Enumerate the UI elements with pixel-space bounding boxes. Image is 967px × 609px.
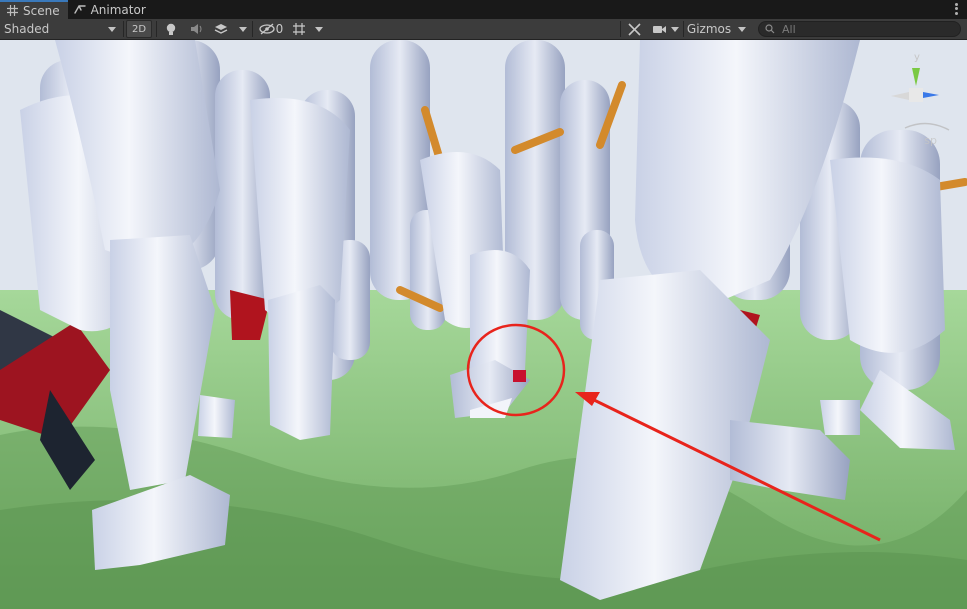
hidden-count: 0 xyxy=(275,22,284,36)
camera-icon xyxy=(652,25,666,33)
tab-bar: Scene Animator xyxy=(0,0,967,19)
camera-button[interactable] xyxy=(649,20,669,38)
chevron-down-icon xyxy=(315,26,323,32)
tools-toggle[interactable] xyxy=(624,20,644,38)
audio-toggle[interactable] xyxy=(185,20,207,38)
projection-label[interactable]: sp xyxy=(924,134,937,147)
scene-render xyxy=(0,40,967,609)
tab-animator-label: Animator xyxy=(90,2,146,17)
search-placeholder: All xyxy=(782,22,796,36)
tab-animator[interactable]: Animator xyxy=(68,0,154,19)
eye-off-icon xyxy=(259,23,275,35)
grid-snapping-toggle[interactable] xyxy=(289,20,309,38)
grid-dropdown[interactable] xyxy=(312,20,326,38)
panel-menu-icon[interactable] xyxy=(951,2,961,16)
lighting-toggle[interactable] xyxy=(160,20,182,38)
audio-icon xyxy=(190,24,201,34)
scene-orientation-gizmo[interactable]: y xyxy=(887,48,957,148)
chevron-down-icon xyxy=(738,26,746,32)
tab-scene[interactable]: Scene xyxy=(0,0,68,19)
chevron-down-icon xyxy=(671,26,679,32)
gizmos-button[interactable]: Gizmos xyxy=(686,20,732,38)
hidden-objects-toggle[interactable]: 0 xyxy=(256,20,286,38)
scene-viewport[interactable]: y sp xyxy=(0,40,967,609)
animator-icon xyxy=(73,4,86,16)
gizmos-dropdown[interactable] xyxy=(734,20,750,38)
draw-mode-value: Shaded xyxy=(4,22,50,36)
chevron-down-icon xyxy=(108,26,116,32)
scene-search-field[interactable]: All xyxy=(758,21,961,37)
tab-scene-label: Scene xyxy=(23,3,60,18)
chevron-down-icon xyxy=(239,26,247,32)
gizmo-y-label: y xyxy=(914,52,920,63)
effects-dropdown[interactable] xyxy=(236,20,250,38)
draw-mode-dropdown[interactable]: Shaded xyxy=(0,20,120,38)
effects-icon xyxy=(214,24,228,34)
search-icon xyxy=(765,24,775,34)
lightbulb-icon xyxy=(166,23,176,35)
effects-toggle[interactable] xyxy=(210,20,232,38)
grid-icon xyxy=(6,5,18,17)
scene-toolbar: Shaded 2D 0 Gizmos All xyxy=(0,19,967,40)
camera-dropdown[interactable] xyxy=(669,20,681,38)
toggle-2d-button[interactable]: 2D xyxy=(126,20,152,38)
tools-icon xyxy=(627,22,641,36)
grid-snap-icon xyxy=(293,23,305,35)
